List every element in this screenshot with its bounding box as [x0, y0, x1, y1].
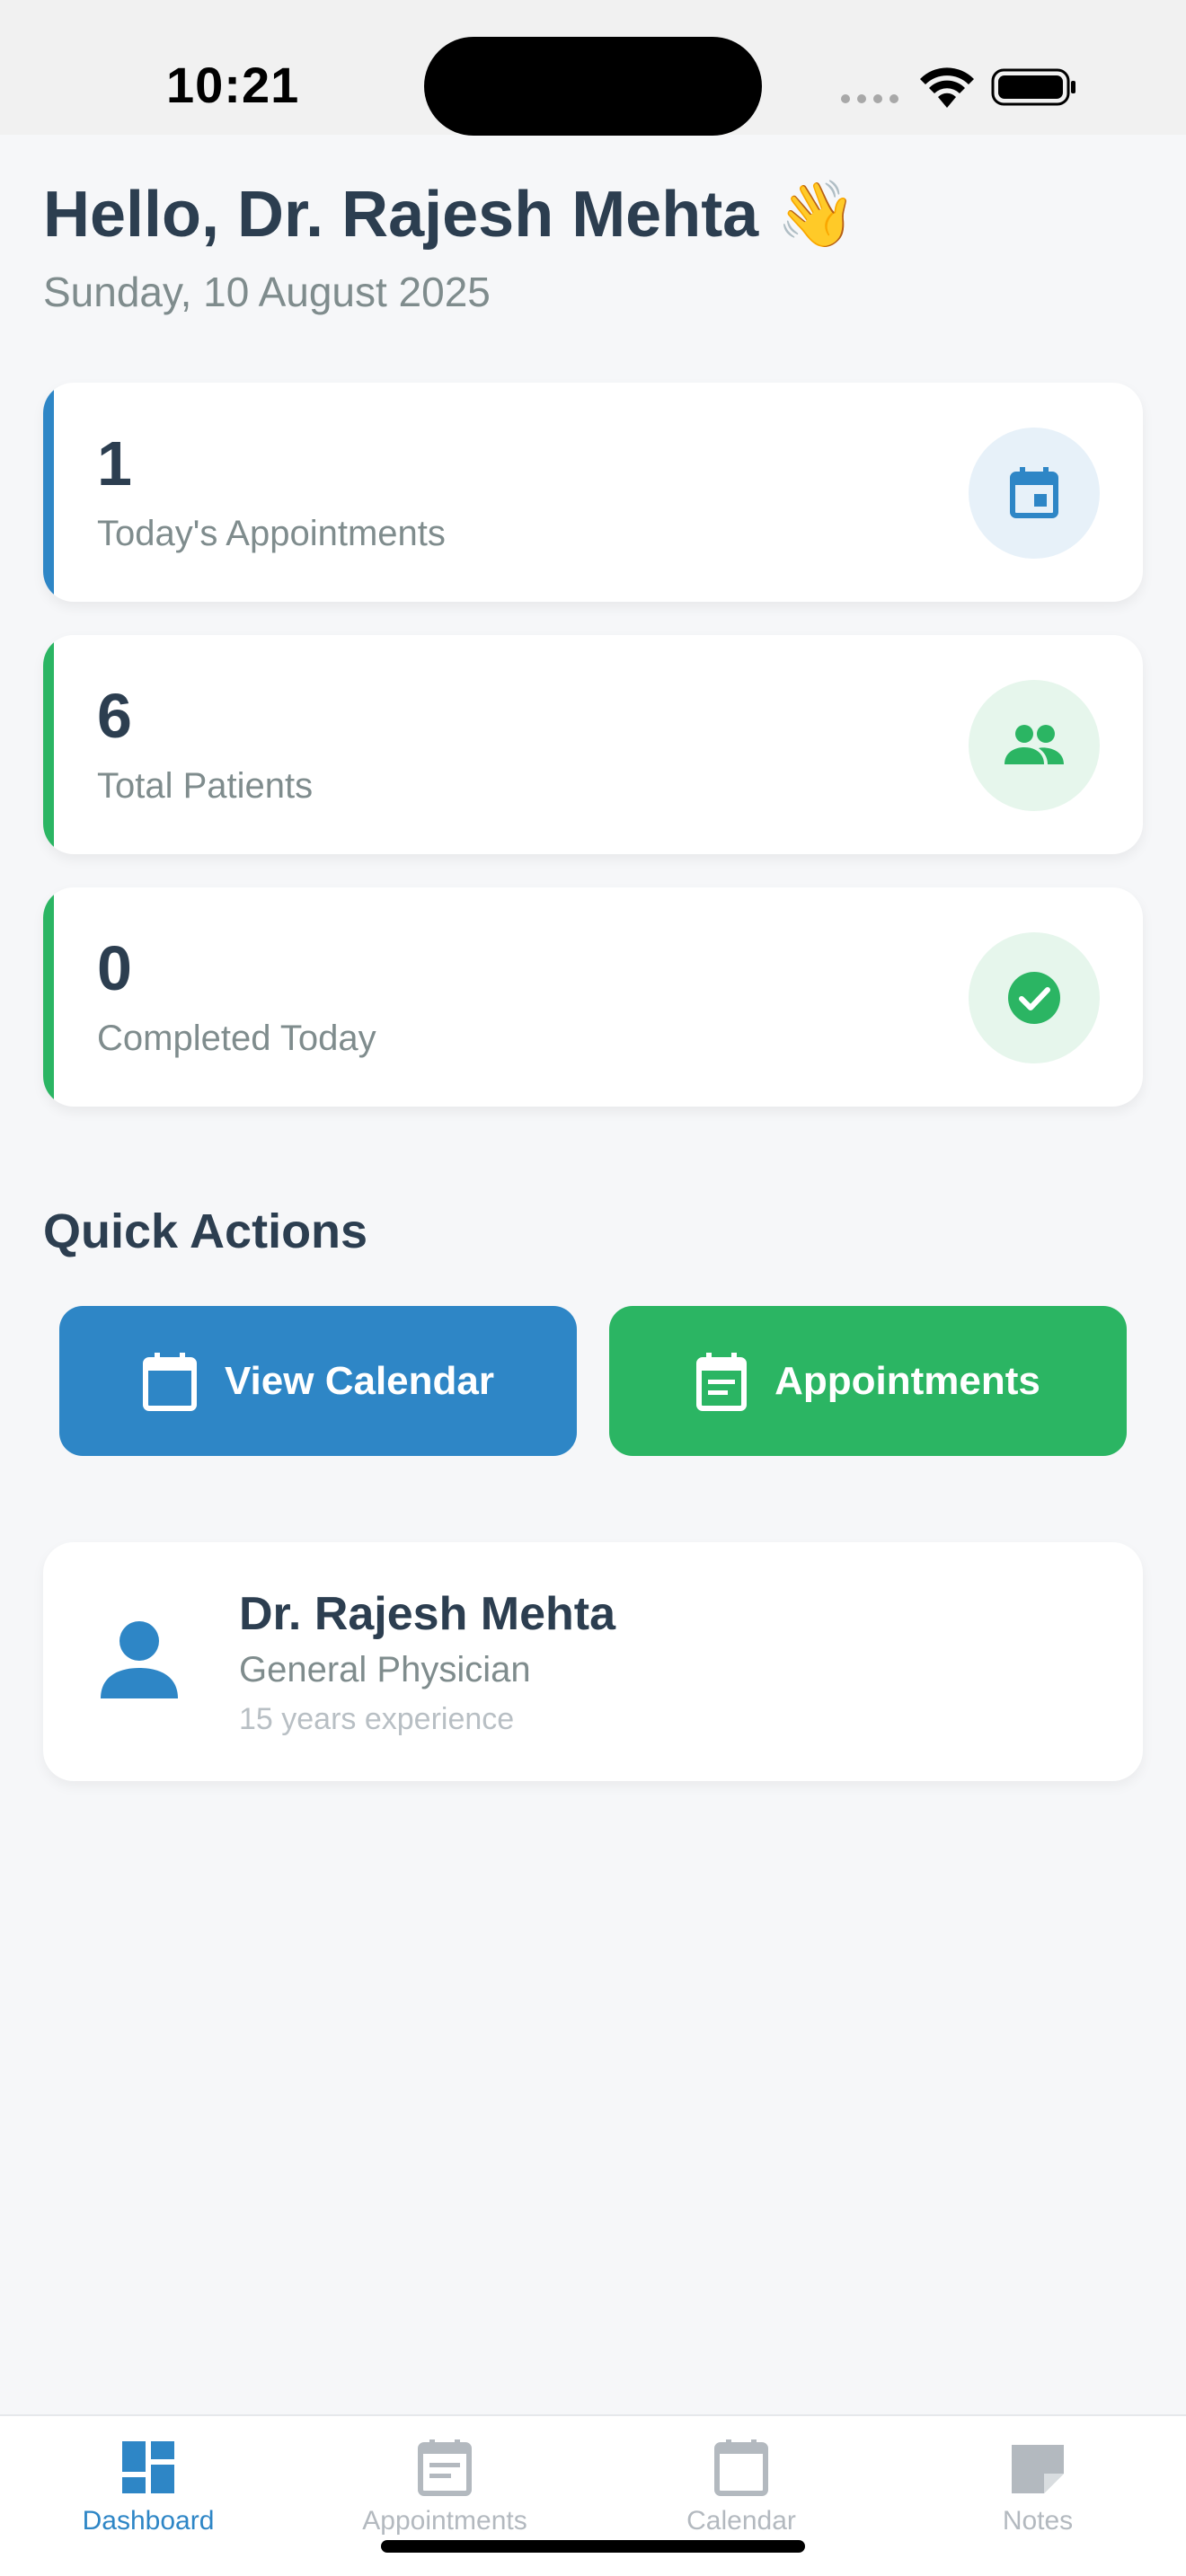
stat-card-total-patients[interactable]: 6 Total Patients [43, 635, 1143, 854]
stat-label: Today's Appointments [97, 514, 446, 553]
appointments-button[interactable]: Appointments [609, 1306, 1127, 1456]
note-icon [1012, 2445, 1064, 2493]
doctor-profile-card[interactable]: Dr. Rajesh Mehta General Physician 15 ye… [43, 1542, 1143, 1781]
accent-bar [43, 887, 54, 1107]
tab-label: Calendar [686, 2506, 796, 2536]
status-bar: 10:21 [0, 0, 1186, 136]
tab-label: Appointments [362, 2506, 527, 2536]
view-calendar-button[interactable]: View Calendar [59, 1306, 577, 1456]
person-icon [101, 1621, 178, 1698]
dashboard-icon [122, 2441, 174, 2493]
check-circle-icon [969, 932, 1100, 1063]
tab-dashboard[interactable]: Dashboard [0, 2416, 296, 2576]
tab-notes[interactable]: Notes [890, 2416, 1186, 2576]
accent-bar [43, 635, 54, 854]
list-icon [696, 1352, 748, 1411]
doctor-name: Dr. Rajesh Mehta [239, 1588, 616, 1640]
wifi-icon [920, 67, 974, 108]
battery-icon [991, 68, 1075, 106]
dynamic-island [424, 37, 762, 136]
stat-value: 0 [97, 933, 132, 1003]
greeting-title: Hello, Dr. Rajesh Mehta 👋 [43, 179, 857, 251]
calendar-icon [714, 2439, 768, 2496]
stat-value: 1 [97, 428, 132, 498]
tab-label: Notes [1002, 2506, 1074, 2536]
stat-label: Total Patients [97, 766, 314, 806]
home-indicator [381, 2540, 805, 2553]
stat-label: Completed Today [97, 1019, 376, 1058]
calendar-icon [969, 428, 1100, 559]
people-icon [969, 680, 1100, 811]
status-time: 10:21 [166, 57, 300, 113]
doctor-experience: 15 years experience [239, 1702, 515, 1736]
view-calendar-label: View Calendar [225, 1358, 494, 1403]
current-date: Sunday, 10 August 2025 [43, 269, 491, 315]
stat-card-completed-today[interactable]: 0 Completed Today [43, 887, 1143, 1107]
stat-card-today-appointments[interactable]: 1 Today's Appointments [43, 383, 1143, 602]
calendar-icon [143, 1352, 197, 1411]
stat-value: 6 [97, 681, 132, 751]
tab-label: Dashboard [82, 2506, 215, 2536]
accent-bar [43, 383, 54, 602]
list-icon [418, 2439, 472, 2496]
quick-actions-title: Quick Actions [43, 1204, 368, 1258]
appointments-label: Appointments [774, 1358, 1040, 1403]
doctor-specialty: General Physician [239, 1650, 531, 1689]
signal-icon [841, 94, 898, 103]
